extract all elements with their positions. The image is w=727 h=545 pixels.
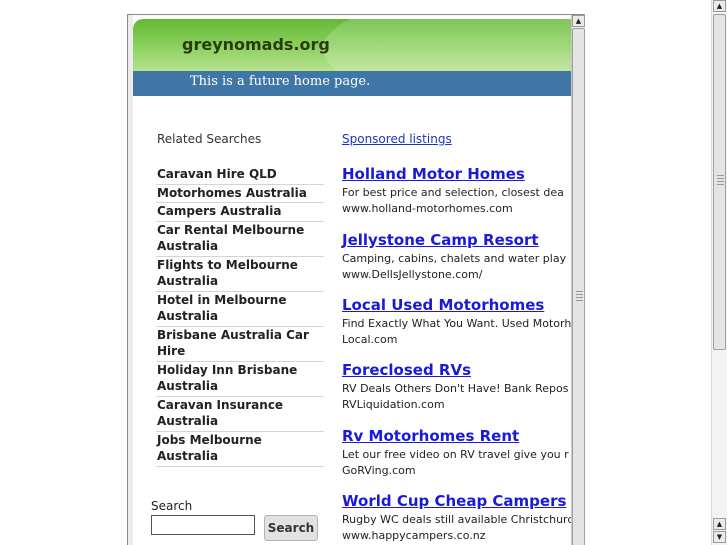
related-link[interactable]: Campers Australia	[157, 203, 324, 220]
ad-title-link[interactable]: Holland Motor Homes	[342, 165, 585, 184]
list-item: Hotel in Melbourne Australia	[156, 292, 324, 327]
ad-listing: Holland Motor Homes For best price and s…	[342, 165, 585, 217]
related-link[interactable]: Hotel in Melbourne Australia	[157, 292, 324, 325]
ad-description: Let our free video on RV travel give you…	[342, 448, 569, 461]
ad-title-link[interactable]: Jellystone Camp Resort	[342, 231, 585, 250]
site-title: greynomads.org	[182, 35, 330, 54]
ad-description: For best price and selection, closest de…	[342, 186, 564, 199]
ad-url[interactable]: www.DellsJellystone.com/	[342, 267, 585, 283]
frame-scrollbar-thumb[interactable]	[572, 28, 585, 545]
list-item: Car Rental Melbourne Australia	[156, 222, 324, 257]
ad-url[interactable]: RVLiquidation.com	[342, 397, 585, 413]
related-link[interactable]: Caravan Insurance Australia	[157, 397, 324, 430]
related-link[interactable]: Motorhomes Australia	[157, 185, 324, 202]
ad-title-link[interactable]: Foreclosed RVs	[342, 361, 585, 380]
ad-title-link[interactable]: Local Used Motorhomes	[342, 296, 585, 315]
ad-description: Find Exactly What You Want. Used Motorh	[342, 317, 572, 330]
list-item: Jobs Melbourne Australia	[156, 432, 324, 467]
related-link[interactable]: Caravan Hire QLD	[157, 166, 324, 183]
tagline-bar: This is a future home page.	[133, 71, 571, 96]
search-input[interactable]	[151, 515, 255, 535]
banner-swoosh	[323, 19, 571, 71]
related-link[interactable]: Brisbane Australia Car Hire	[157, 327, 324, 360]
ad-listing: Jellystone Camp Resort Camping, cabins, …	[342, 231, 585, 283]
scrollbar-grip-icon	[576, 291, 583, 303]
search-label: Search	[151, 499, 193, 513]
list-item: Caravan Insurance Australia	[156, 397, 324, 432]
related-link[interactable]: Jobs Melbourne Australia	[157, 432, 324, 465]
related-link[interactable]: Holiday Inn Brisbane Australia	[157, 362, 324, 395]
ad-url[interactable]: GoRVing.com	[342, 463, 585, 479]
frame-scrollbar[interactable]: ▲	[571, 15, 585, 545]
list-item: Brisbane Australia Car Hire	[156, 327, 324, 362]
list-item: Caravan Hire QLD	[156, 166, 324, 185]
related-link[interactable]: Flights to Melbourne Australia	[157, 257, 324, 290]
ad-listing: World Cup Cheap Campers Rugby WC deals s…	[342, 492, 585, 544]
list-item: Campers Australia	[156, 203, 324, 222]
ad-listing: Rv Motorhomes Rent Let our free video on…	[342, 427, 585, 479]
list-item: Flights to Melbourne Australia	[156, 257, 324, 292]
tagline: This is a future home page.	[190, 74, 371, 89]
related-searches-list: Caravan Hire QLD Motorhomes Australia Ca…	[156, 166, 324, 467]
ad-description: RV Deals Others Don't Have! Bank Repos	[342, 382, 569, 395]
header-banner: greynomads.org	[133, 19, 571, 71]
scroll-up-arrow-icon[interactable]: ▲	[572, 15, 585, 27]
ad-description: Camping, cabins, chalets and water play	[342, 252, 567, 265]
scroll-up-arrow-icon[interactable]: ▲	[713, 0, 726, 12]
list-item: Holiday Inn Brisbane Australia	[156, 362, 324, 397]
list-item: Motorhomes Australia	[156, 185, 324, 203]
ad-url[interactable]: www.holland-motorhomes.com	[342, 201, 585, 217]
scroll-up-arrow-icon[interactable]: ▲	[713, 518, 726, 530]
ad-listing: Foreclosed RVs RV Deals Others Don't Hav…	[342, 361, 585, 413]
ad-title-link[interactable]: Rv Motorhomes Rent	[342, 427, 585, 446]
search-button[interactable]: Search	[264, 515, 318, 541]
scrollbar-grip-icon	[717, 175, 724, 187]
related-searches-heading: Related Searches	[157, 132, 262, 146]
sponsored-listings-link[interactable]: Sponsored listings	[342, 132, 452, 146]
page-scrollbar[interactable]: ▲ ▲ ▼	[711, 0, 727, 545]
ad-listing: Local Used Motorhomes Find Exactly What …	[342, 296, 585, 348]
page-scrollbar-thumb[interactable]	[713, 14, 726, 350]
related-link[interactable]: Car Rental Melbourne Australia	[157, 222, 324, 255]
ad-title-link[interactable]: World Cup Cheap Campers	[342, 492, 585, 511]
ad-description: Rugby WC deals still available Christchu…	[342, 513, 574, 526]
ad-url[interactable]: Local.com	[342, 332, 585, 348]
scroll-down-arrow-icon[interactable]: ▼	[713, 531, 726, 543]
ad-url[interactable]: www.happycampers.co.nz	[342, 528, 585, 544]
parked-page-frame: greynomads.org This is a future home pag…	[127, 14, 585, 545]
